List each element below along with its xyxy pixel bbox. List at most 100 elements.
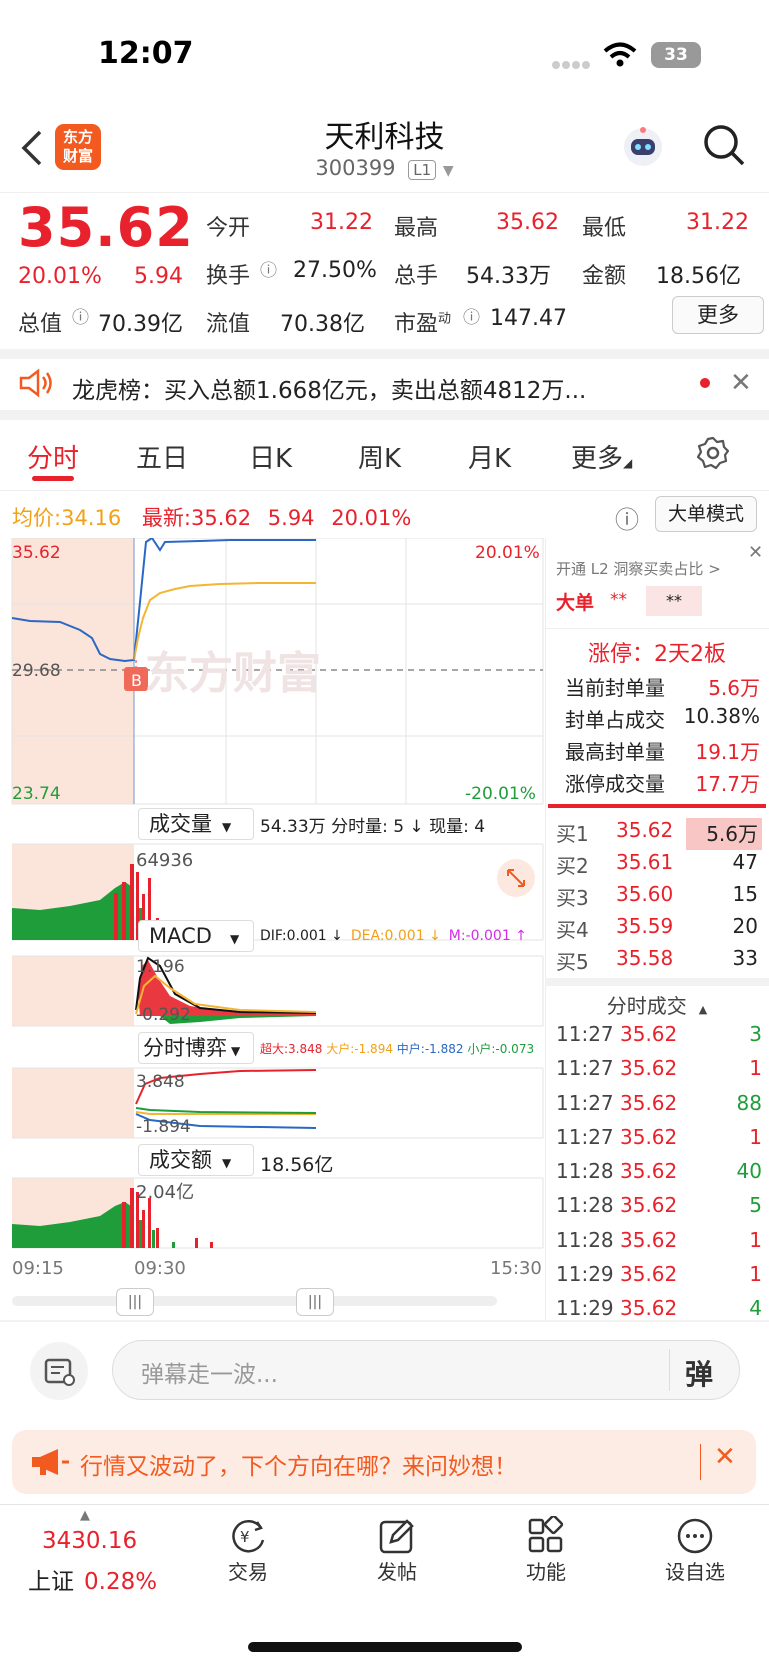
close-icon[interactable]: ✕ bbox=[748, 542, 763, 563]
tick-row: 11:28 35.62 5 bbox=[556, 1193, 762, 1218]
limit-up-title: 涨停：2天2板 bbox=[588, 642, 726, 667]
info-icon[interactable]: ⓘ bbox=[463, 303, 480, 328]
tick-row: 11:27 35.62 88 bbox=[556, 1090, 762, 1115]
big-order-mode-button[interactable]: 大单模式 bbox=[655, 496, 757, 532]
index-value[interactable]: 3430.16 bbox=[42, 1528, 137, 1554]
tick-row: 11:27 35.62 3 bbox=[556, 1022, 762, 1046]
danmaku-placeholder: 弹幕走一波... bbox=[141, 1362, 278, 1388]
l2-promo[interactable]: 开通 L2 洞察买卖占比 > bbox=[556, 558, 721, 579]
high-label: 最高 bbox=[394, 216, 439, 241]
stock-code: 300399 bbox=[315, 156, 396, 180]
caret-up-icon: ▲ bbox=[80, 1508, 90, 1523]
ai-banner[interactable]: 行情又波动了，下个方向在哪？来问妙想！ ✕ bbox=[12, 1430, 756, 1494]
info-icon[interactable]: ⓘ bbox=[72, 303, 89, 328]
volume-selector[interactable]: 成交量 ▼ bbox=[138, 808, 254, 840]
danmaku-settings-icon[interactable] bbox=[30, 1342, 88, 1400]
macd-selector[interactable]: MACD ▼ bbox=[138, 920, 254, 952]
nav-watchlist[interactable]: 设自选 bbox=[635, 1516, 755, 1585]
tab-weekly-k[interactable]: 周K bbox=[358, 438, 401, 475]
y-mid: 29.68 bbox=[12, 661, 61, 681]
pct-high: 20.01% bbox=[475, 543, 540, 563]
battery-icon: 33 bbox=[651, 42, 701, 68]
game-top: 3.848 bbox=[136, 1072, 185, 1092]
edit-icon bbox=[379, 1519, 414, 1554]
tab-more[interactable]: 更多◢ bbox=[571, 438, 632, 475]
float-cap-value: 70.38亿 bbox=[280, 312, 365, 337]
pe-value: 147.47 bbox=[490, 306, 567, 331]
pe-label: 市盈动 bbox=[394, 311, 452, 337]
notice-text[interactable]: 龙虎榜：买入总额1.668亿元，卖出总额4812万... bbox=[72, 371, 642, 405]
y-high: 35.62 bbox=[12, 543, 61, 563]
speaker-icon bbox=[18, 368, 54, 402]
robot-assistant-icon[interactable] bbox=[620, 124, 666, 170]
level-badge: L1 bbox=[408, 160, 437, 180]
volume-info: 54.33万 分时量: 5 ↓ 现量: 4 bbox=[260, 817, 486, 837]
trade-icon: ¥ bbox=[232, 1520, 265, 1553]
home-indicator bbox=[248, 1642, 522, 1652]
summary-line: 均价:34.16 最新:35.62 5.94 20.01% bbox=[12, 506, 412, 530]
change-amount: 5.94 bbox=[134, 264, 183, 289]
range-handle-left[interactable]: ||| bbox=[116, 1288, 154, 1316]
svg-text:¥: ¥ bbox=[240, 1528, 250, 1546]
tick-row: 11:28 35.62 1 bbox=[556, 1227, 762, 1252]
tab-intraday[interactable]: 分时 bbox=[27, 438, 79, 475]
x-mid: 09:30 bbox=[134, 1258, 186, 1279]
tick-row: 11:29 35.62 4 bbox=[556, 1296, 762, 1321]
macd-bottom: -0.292 bbox=[136, 1005, 191, 1025]
unread-dot bbox=[700, 378, 710, 388]
nav-post[interactable]: 发帖 bbox=[337, 1516, 457, 1585]
big-order-a: ** bbox=[610, 590, 627, 610]
buy-marker[interactable]: B bbox=[131, 671, 142, 690]
danmaku-send-button[interactable]: 弹 bbox=[685, 1353, 713, 1393]
big-order-label: 大单 bbox=[556, 592, 595, 614]
more-dots-icon bbox=[677, 1518, 713, 1554]
tab-five-day[interactable]: 五日 bbox=[136, 438, 188, 475]
order-book: 买1 35.62 5.6万 买2 35.61 47 买3 35.60 15 买4 35.59 2… bbox=[556, 818, 762, 978]
search-icon[interactable] bbox=[703, 124, 747, 172]
volume-value: 54.33万 bbox=[466, 264, 551, 289]
nav-trade[interactable]: ¥ 交易 bbox=[188, 1516, 308, 1585]
market-cap-label: 总值 bbox=[18, 312, 63, 337]
big-order-b: ** bbox=[646, 586, 702, 616]
current-price: 35.62 bbox=[18, 196, 194, 259]
status-time: 12:07 bbox=[98, 36, 194, 71]
turnover-value: 27.50% bbox=[293, 258, 377, 283]
low-label: 最低 bbox=[582, 216, 627, 241]
settings-gear-icon[interactable] bbox=[696, 436, 730, 474]
market-cap-value: 70.39亿 bbox=[98, 312, 183, 337]
macd-top: 1.196 bbox=[136, 957, 185, 977]
macd-info: DIF:0.001 ↓ DEA:0.001 ↓ M:-0.001 ↑ bbox=[260, 928, 527, 944]
nav-functions[interactable]: 功能 bbox=[486, 1516, 606, 1585]
game-bottom: -1.894 bbox=[136, 1117, 191, 1137]
amount-info: 18.56亿 bbox=[260, 1154, 334, 1176]
index-row[interactable]: 上证 0.28% bbox=[28, 1562, 157, 1596]
danmaku-input[interactable]: 弹幕走一波... 弹 bbox=[112, 1340, 740, 1400]
wifi-icon bbox=[603, 42, 637, 72]
x-end: 15:30 bbox=[490, 1258, 542, 1279]
y-low: 23.74 bbox=[12, 784, 61, 804]
open-label: 今开 bbox=[206, 216, 251, 241]
help-icon[interactable]: ⓘ bbox=[615, 500, 639, 535]
chevron-down-icon: ▼ bbox=[442, 163, 454, 179]
tick-list: 11:27 35.62 3 11:27 35.62 1 11:27 35.62 88 11:… bbox=[556, 1022, 762, 1331]
volume-label: 总手 bbox=[394, 264, 439, 289]
tab-monthly-k[interactable]: 月K bbox=[468, 438, 511, 475]
tab-daily-k[interactable]: 日K bbox=[249, 438, 292, 475]
tick-row: 11:27 35.62 1 bbox=[556, 1124, 762, 1149]
tick-row: 11:28 35.62 40 bbox=[556, 1159, 762, 1184]
amount-selector[interactable]: 成交额 ▼ bbox=[138, 1144, 254, 1176]
ticks-title[interactable]: 分时成交 ▲ bbox=[545, 990, 769, 1019]
banner-text: 行情又波动了，下个方向在哪？来问妙想！ bbox=[80, 1454, 517, 1480]
info-icon[interactable]: ⓘ bbox=[260, 256, 277, 281]
vol-peak: 64936 bbox=[136, 850, 193, 871]
open-value: 31.22 bbox=[310, 210, 373, 235]
tick-row: 11:29 35.62 1 bbox=[556, 1262, 762, 1287]
close-icon[interactable]: ✕ bbox=[730, 368, 752, 398]
range-handle-right[interactable]: ||| bbox=[296, 1288, 334, 1316]
range-slider-track[interactable] bbox=[12, 1296, 497, 1306]
amount-value: 18.56亿 bbox=[656, 264, 741, 289]
more-button[interactable]: 更多 bbox=[672, 296, 764, 334]
game-selector[interactable]: 分时博弈 ▼ bbox=[138, 1032, 254, 1064]
close-icon[interactable]: ✕ bbox=[714, 1442, 736, 1472]
amount-peak: 2.04亿 bbox=[136, 1182, 194, 1203]
